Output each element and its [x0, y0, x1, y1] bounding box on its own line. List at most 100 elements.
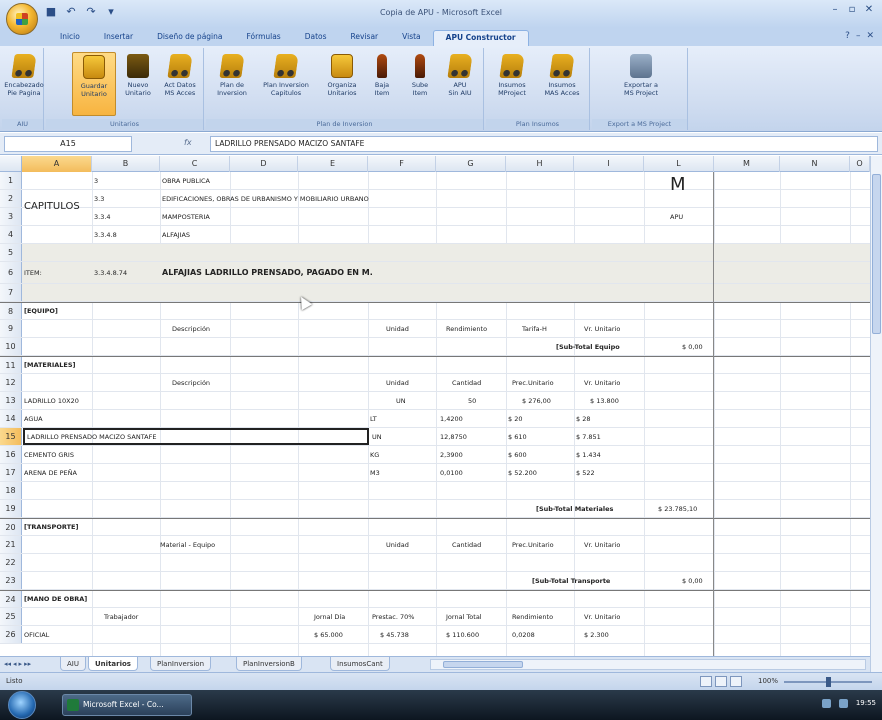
- table-row: 8 [EQUIPO]: [0, 302, 870, 320]
- tab-vista[interactable]: Vista: [390, 30, 433, 46]
- close-button[interactable]: ✕: [862, 4, 876, 17]
- tab-inicio[interactable]: Inicio: [48, 30, 92, 46]
- scroll-thumb[interactable]: [872, 174, 881, 334]
- column-header[interactable]: H: [506, 156, 574, 172]
- active-cell-a15[interactable]: LADRILLO PRENSADO MACIZO SANTAFE: [23, 428, 369, 445]
- ribbon-controls: ? – ✕: [845, 31, 874, 41]
- table-row: 10 [Sub-Total Equipo $ 0,00: [0, 338, 870, 356]
- ribbon-tabs: Inicio Insertar Diseño de página Fórmula…: [0, 28, 882, 46]
- hscroll-thumb[interactable]: [443, 661, 523, 668]
- zoom-slider-handle[interactable]: [826, 677, 831, 687]
- table-row: 7: [0, 284, 870, 302]
- horizontal-scrollbar[interactable]: [430, 659, 866, 670]
- first-sheet-icon[interactable]: ◂◂: [4, 660, 11, 668]
- table-row: 4 3.3.4.8 ALFAJIAS: [0, 226, 870, 244]
- sheet-tab-planinversionb[interactable]: PlanInversionB: [236, 657, 302, 671]
- start-button[interactable]: [8, 691, 36, 719]
- taskbar-excel-item[interactable]: Microsoft Excel - Co...: [62, 694, 192, 716]
- column-header[interactable]: E: [298, 156, 368, 172]
- zoom-level[interactable]: 100%: [758, 677, 778, 685]
- airplane-icon: [630, 54, 652, 78]
- table-row: 17 ARENA DE PEÑA M3 0,0100 $ 52.200 $ 52…: [0, 464, 870, 482]
- column-header[interactable]: A: [22, 156, 92, 172]
- column-header[interactable]: M: [714, 156, 780, 172]
- name-box[interactable]: A15: [4, 136, 132, 152]
- organiza-unitarios-button[interactable]: Organiza Unitarios: [320, 52, 364, 116]
- clock[interactable]: 19:55: [856, 699, 876, 708]
- column-header[interactable]: O: [850, 156, 870, 172]
- tab-revisar[interactable]: Revisar: [339, 30, 391, 46]
- crane-icon: [447, 54, 473, 78]
- tab-apu-constructor[interactable]: APU Constructor: [432, 30, 529, 46]
- table-row: 15 LADRILLO PRENSADO MACIZO SANTAFE UN 1…: [0, 428, 870, 446]
- sube-item-button[interactable]: Sube Item: [402, 52, 438, 116]
- truck-icon: [167, 54, 193, 78]
- apu-sin-aiu-button[interactable]: APU Sin AIU: [438, 52, 482, 116]
- prev-sheet-icon[interactable]: ◂: [13, 660, 17, 668]
- column-header[interactable]: F: [368, 156, 436, 172]
- table-row: 12 Descripción Unidad Cantidad Prec.Unit…: [0, 374, 870, 392]
- windows-taskbar: Microsoft Excel - Co... 19:55: [0, 690, 882, 720]
- worksheet-grid[interactable]: 1 3 OBRA PUBLICA M 2 CAPITULOS 3.3 EDIFI…: [0, 172, 870, 656]
- column-header[interactable]: B: [92, 156, 160, 172]
- volume-icon[interactable]: [838, 699, 848, 708]
- guardar-unitario-button[interactable]: Guardar Unitario: [72, 52, 116, 116]
- table-row: 2 CAPITULOS 3.3 EDIFICACIONES, OBRAS DE …: [0, 190, 870, 212]
- encabezado-pie-button[interactable]: Encabezado Pie Pagina: [2, 52, 46, 116]
- sheet-tab-planinversion[interactable]: PlanInversion: [150, 657, 212, 671]
- ribbon-close-icon[interactable]: ✕: [866, 31, 874, 41]
- plan-inversion-button[interactable]: Plan de Inversion: [210, 52, 254, 116]
- normal-view-icon[interactable]: [700, 676, 712, 687]
- exportar-ms-project-button[interactable]: Exportar a MS Project: [616, 52, 666, 116]
- insumos-mproject-button[interactable]: Insumos MProject: [490, 52, 534, 116]
- truck-icon: [549, 54, 575, 78]
- column-header[interactable]: C: [160, 156, 230, 172]
- ribbon-group-plan-inversion: Plan de Inversion Plan Inversion Capitul…: [206, 48, 484, 130]
- ribbon-group-plan-insumos: Insumos MProject Insumos MAS Acces Plan …: [486, 48, 590, 130]
- table-row: 19 [Sub-Total Materiales $ 23.785,10: [0, 500, 870, 518]
- ribbon: Encabezado Pie Pagina AIU Guardar Unitar…: [0, 46, 882, 132]
- zoom-slider[interactable]: [784, 677, 872, 687]
- column-header[interactable]: N: [780, 156, 850, 172]
- plan-inversion-capitulos-button[interactable]: Plan Inversion Capitulos: [260, 52, 312, 116]
- column-header[interactable]: G: [436, 156, 506, 172]
- page-break-view-icon[interactable]: [730, 676, 742, 687]
- tab-diseno-pagina[interactable]: Diseño de página: [145, 30, 234, 46]
- next-sheet-icon[interactable]: ▸: [19, 660, 23, 668]
- table-row: 20 [TRANSPORTE]: [0, 518, 870, 536]
- maximize-button[interactable]: ▫: [845, 4, 859, 17]
- fx-icon[interactable]: fx: [140, 136, 206, 152]
- ribbon-minimize-icon[interactable]: –: [856, 31, 861, 41]
- excel-window: ■ ↶ ↷ ▾ Copia de APU - Microsoft Excel –…: [0, 0, 882, 720]
- sheet-tab-insumoscant[interactable]: InsumosCant: [330, 657, 390, 671]
- sheet-tab-unitarios[interactable]: Unitarios: [88, 657, 138, 671]
- baja-item-button[interactable]: Baja Item: [364, 52, 400, 116]
- column-header[interactable]: I: [574, 156, 644, 172]
- column-header[interactable]: D: [230, 156, 298, 172]
- last-sheet-icon[interactable]: ▸▸: [24, 660, 31, 668]
- act-datos-button[interactable]: Act Datos MS Acces: [158, 52, 202, 116]
- help-icon[interactable]: ?: [845, 31, 850, 41]
- table-row: 21 Material - Equipo Unidad Cantidad Pre…: [0, 536, 870, 554]
- table-row: 16 CEMENTO GRIS KG 2,3900 $ 600 $ 1.434: [0, 446, 870, 464]
- select-all-button[interactable]: [0, 156, 22, 172]
- formula-input[interactable]: LADRILLO PRENSADO MACIZO SANTAFE: [210, 136, 878, 152]
- page-layout-view-icon[interactable]: [715, 676, 727, 687]
- tab-datos[interactable]: Datos: [293, 30, 339, 46]
- column-header[interactable]: L: [644, 156, 714, 172]
- ribbon-group-aiu: Encabezado Pie Pagina AIU: [2, 48, 44, 130]
- status-bar: Listo 100%: [0, 672, 882, 690]
- vertical-scrollbar[interactable]: [870, 156, 882, 672]
- table-row: 24 [MANO DE OBRA]: [0, 590, 870, 608]
- machine-icon: [83, 55, 105, 79]
- office-button[interactable]: [6, 3, 38, 35]
- table-row: 1 3 OBRA PUBLICA M: [0, 172, 870, 195]
- tab-formulas[interactable]: Fórmulas: [234, 30, 292, 46]
- tab-insertar[interactable]: Insertar: [92, 30, 145, 46]
- insumos-ms-access-button[interactable]: Insumos MAS Acces: [540, 52, 584, 116]
- network-icon[interactable]: [821, 699, 831, 708]
- nuevo-unitario-button[interactable]: Nuevo Unitario: [116, 52, 160, 116]
- minimize-button[interactable]: –: [828, 4, 842, 17]
- table-row: 22: [0, 554, 870, 572]
- sheet-tab-aiu[interactable]: AIU: [60, 657, 86, 671]
